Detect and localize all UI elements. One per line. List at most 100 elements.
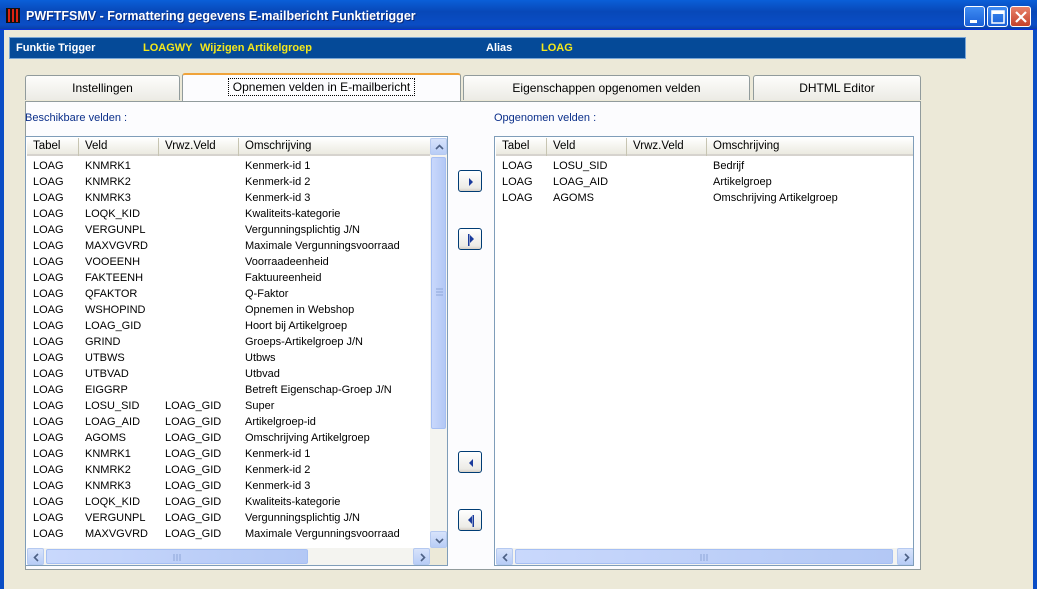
- available-hscrollbar[interactable]: [27, 548, 430, 565]
- table-row[interactable]: LOAG LOQK_KID Kwaliteits-kategorie: [27, 206, 446, 222]
- table-row[interactable]: LOAG KNMRK1 LOAG_GID Kenmerk-id 1: [27, 446, 446, 462]
- app-icon[interactable]: [6, 8, 20, 23]
- tab-instellingen[interactable]: Instellingen: [25, 75, 180, 100]
- cell-veld: LOAG_AID: [553, 176, 609, 188]
- table-row[interactable]: LOAG GRIND Groeps-Artikelgroep J/N: [27, 334, 446, 350]
- cell-omschrijving: Vergunningsplichtig J/N: [245, 224, 360, 236]
- cell-veld: UTBVAD: [85, 368, 129, 380]
- cell-vrwz-veld: LOAG_GID: [165, 448, 222, 460]
- close-button[interactable]: [1010, 6, 1031, 27]
- table-row[interactable]: LOAG KNMRK2 LOAG_GID Kenmerk-id 2: [27, 462, 446, 478]
- scroll-right-button[interactable]: [413, 548, 430, 565]
- window-frame-left: [0, 30, 4, 589]
- table-row[interactable]: LOAG KNMRK2 Kenmerk-id 2: [27, 174, 446, 190]
- cell-tabel: LOAG: [33, 256, 64, 268]
- column-header-veld[interactable]: Veld: [79, 138, 159, 156]
- add-all-button[interactable]: [458, 228, 482, 250]
- cell-veld: VOOEENH: [85, 256, 141, 268]
- column-header-omschrijving[interactable]: Omschrijving: [239, 138, 430, 156]
- cell-tabel: LOAG: [33, 368, 64, 380]
- scroll-down-button[interactable]: [430, 531, 447, 548]
- table-row[interactable]: LOAG LOSU_SID LOAG_GID Super: [27, 398, 446, 414]
- table-row[interactable]: LOAG LOAG_AID Artikelgroep: [496, 174, 912, 190]
- remove-selected-button[interactable]: [458, 451, 482, 473]
- column-header-tabel[interactable]: Tabel: [27, 138, 79, 156]
- cell-vrwz-veld: LOAG_GID: [165, 512, 222, 524]
- table-row[interactable]: LOAG KNMRK1 Kenmerk-id 1: [27, 158, 446, 174]
- table-row[interactable]: LOAG VOOEENH Voorraadeenheid: [27, 254, 446, 270]
- table-row[interactable]: LOAG MAXVGVRD LOAG_GID Maximale Vergunnings…: [27, 526, 446, 542]
- minimize-button[interactable]: [964, 6, 985, 27]
- table-row[interactable]: LOAG UTBVAD Utbvad: [27, 366, 446, 382]
- available-vscrollbar[interactable]: [430, 138, 447, 548]
- tab-label: Eigenschappen opgenomen velden: [512, 81, 701, 95]
- column-header-omschrijving[interactable]: Omschrijving: [707, 138, 913, 156]
- table-row[interactable]: LOAG KNMRK3 Kenmerk-id 3: [27, 190, 446, 206]
- cell-tabel: LOAG: [502, 160, 533, 172]
- tab-dhtml-editor[interactable]: DHTML Editor: [753, 75, 921, 100]
- cell-omschrijving: Utbvad: [245, 368, 280, 380]
- trigger-label: Funktie Trigger: [16, 42, 96, 54]
- column-header-tabel[interactable]: Tabel: [496, 138, 547, 156]
- cell-omschrijving: Opnemen in Webshop: [245, 304, 355, 316]
- selected-rows: LOAG LOSU_SID Bedrijf LOAG LOAG_AID Artikelgr…: [496, 158, 912, 206]
- scroll-thumb[interactable]: [46, 549, 308, 564]
- table-row[interactable]: LOAG VERGUNPL LOAG_GID Vergunningsplichtig …: [27, 510, 446, 526]
- double-arrow-left-icon: [468, 515, 474, 527]
- cell-tabel: LOAG: [33, 176, 64, 188]
- cell-veld: KNMRK1: [85, 160, 131, 172]
- cell-tabel: LOAG: [33, 240, 64, 252]
- table-row[interactable]: LOAG LOQK_KID LOAG_GID Kwaliteits-kategorie: [27, 494, 446, 510]
- table-row[interactable]: LOAG EIGGRP Betreft Eigenschap-Groep J/N: [27, 382, 446, 398]
- cell-veld: KNMRK3: [85, 192, 131, 204]
- table-row[interactable]: LOAG AGOMS Omschrijving Artikelgroep: [496, 190, 912, 206]
- table-row[interactable]: LOAG KNMRK3 LOAG_GID Kenmerk-id 3: [27, 478, 446, 494]
- selected-hscrollbar[interactable]: [496, 548, 913, 565]
- table-row[interactable]: LOAG LOAG_GID Hoort bij Artikelgroep: [27, 318, 446, 334]
- cell-tabel: LOAG: [33, 480, 64, 492]
- table-row[interactable]: LOAG LOAG_AID LOAG_GID Artikelgroep-id: [27, 414, 446, 430]
- column-header-vrwz-veld[interactable]: Vrwz.Veld: [159, 138, 239, 156]
- maximize-button[interactable]: [987, 6, 1008, 27]
- scroll-right-button[interactable]: [897, 548, 913, 565]
- add-selected-button[interactable]: [458, 170, 482, 192]
- table-row[interactable]: LOAG WSHOPIND Opnemen in Webshop: [27, 302, 446, 318]
- table-row[interactable]: LOAG QFAKTOR Q-Faktor: [27, 286, 446, 302]
- available-fields-list[interactable]: Tabel Veld Vrwz.Veld Omschrijving LOAG KN…: [25, 136, 448, 566]
- table-row[interactable]: LOAG FAKTEENH Faktuureenheid: [27, 270, 446, 286]
- cell-omschrijving: Kenmerk-id 3: [245, 192, 311, 204]
- cell-veld: LOAG_GID: [85, 320, 142, 332]
- cell-veld: KNMRK1: [85, 448, 131, 460]
- scroll-left-button[interactable]: [27, 548, 44, 565]
- cell-tabel: LOAG: [33, 288, 64, 300]
- remove-all-button[interactable]: [458, 509, 482, 531]
- cell-tabel: LOAG: [33, 160, 64, 172]
- column-header-veld[interactable]: Veld: [547, 138, 627, 156]
- chevron-left-icon: [33, 553, 39, 562]
- cell-tabel: LOAG: [33, 496, 64, 508]
- cell-omschrijving: Artikelgroep-id: [245, 416, 316, 428]
- cell-vrwz-veld: LOAG_GID: [165, 432, 222, 444]
- cell-omschrijving: Artikelgroep: [713, 176, 772, 188]
- cell-veld: LOQK_KID: [85, 496, 141, 508]
- tab-eigenschappen[interactable]: Eigenschappen opgenomen velden: [463, 75, 750, 100]
- scroll-thumb[interactable]: [431, 157, 446, 429]
- scroll-left-button[interactable]: [496, 548, 513, 565]
- column-header-vrwz-veld[interactable]: Vrwz.Veld: [627, 138, 707, 156]
- cell-veld: VERGUNPL: [85, 512, 146, 524]
- cell-omschrijving: Utbws: [245, 352, 276, 364]
- scroll-up-button[interactable]: [430, 138, 447, 155]
- table-row[interactable]: LOAG AGOMS LOAG_GID Omschrijving Artikelgro…: [27, 430, 446, 446]
- tab-opnemen-velden[interactable]: Opnemen velden in E-mailbericht: [182, 73, 461, 101]
- scroll-thumb[interactable]: [515, 549, 893, 564]
- table-row[interactable]: LOAG LOSU_SID Bedrijf: [496, 158, 912, 174]
- scroll-corner: [430, 548, 447, 565]
- title-bar[interactable]: PWFTFSMV - Formattering gegevens E-mailb…: [0, 0, 1037, 30]
- table-row[interactable]: LOAG UTBWS Utbws: [27, 350, 446, 366]
- selected-fields-list[interactable]: Tabel Veld Vrwz.Veld Omschrijving LOAG LO…: [494, 136, 914, 566]
- table-row[interactable]: LOAG VERGUNPL Vergunningsplichtig J/N: [27, 222, 446, 238]
- table-row[interactable]: LOAG MAXVGVRD Maximale Vergunningsvoorraad: [27, 238, 446, 254]
- tab-label: Instellingen: [72, 81, 133, 95]
- cell-omschrijving: Kenmerk-id 1: [245, 160, 311, 172]
- cell-tabel: LOAG: [33, 400, 64, 412]
